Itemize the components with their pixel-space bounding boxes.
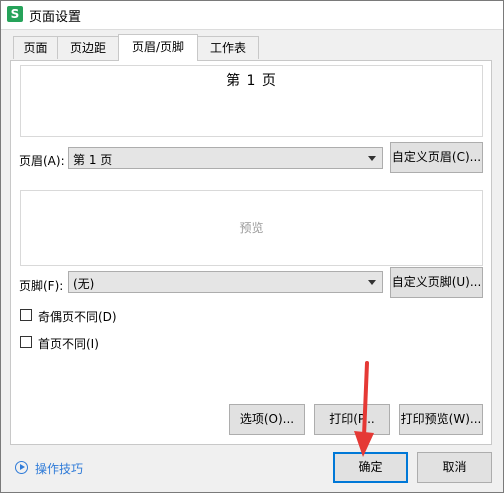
tab-sheet[interactable]: 工作表 <box>197 36 259 59</box>
wps-spreadsheet-icon: S <box>7 6 23 22</box>
print-preview-button[interactable]: 打印预览(W)... <box>399 404 483 435</box>
header-preview-text: 第 1 页 <box>226 73 277 89</box>
footer-select-value: (无) <box>73 277 95 291</box>
header-select-value: 第 1 页 <box>73 153 113 167</box>
annotation-arrow <box>354 361 374 457</box>
cancel-button[interactable]: 取消 <box>417 452 492 483</box>
footer-select[interactable]: (无) <box>68 271 383 293</box>
title-bar: S 页面设置 <box>1 1 503 29</box>
custom-header-button[interactable]: 自定义页眉(C)... <box>390 142 483 173</box>
tab-page[interactable]: 页面 <box>13 36 58 59</box>
odd-even-label: 奇偶页不同(D) <box>38 310 117 324</box>
help-tips-link[interactable]: 操作技巧 <box>35 460 83 477</box>
footer-label: 页脚(F): <box>19 279 64 293</box>
chevron-down-icon <box>368 156 376 161</box>
first-page-label: 首页不同(I) <box>38 337 99 351</box>
footer-preview: 预览 <box>20 190 483 266</box>
odd-even-checkbox[interactable] <box>20 309 32 321</box>
footer-preview-text: 预览 <box>239 221 264 235</box>
header-label: 页眉(A): <box>19 154 65 168</box>
header-preview: 第 1 页 <box>20 65 483 137</box>
tab-header-footer[interactable]: 页眉/页脚 <box>118 34 198 61</box>
dialog-title: 页面设置 <box>29 10 82 25</box>
tab-margins[interactable]: 页边距 <box>57 36 119 59</box>
divider <box>1 29 503 30</box>
options-button[interactable]: 选项(O)... <box>229 404 305 435</box>
custom-footer-button[interactable]: 自定义页脚(U)... <box>390 267 483 298</box>
chevron-down-icon <box>368 280 376 285</box>
page-setup-dialog: S 页面设置 页面 页边距 页眉/页脚 工作表 第 1 页 页眉(A): 第 1… <box>0 0 504 493</box>
play-circle-icon[interactable] <box>15 461 28 474</box>
first-page-checkbox[interactable] <box>20 336 32 348</box>
header-select[interactable]: 第 1 页 <box>68 147 383 169</box>
